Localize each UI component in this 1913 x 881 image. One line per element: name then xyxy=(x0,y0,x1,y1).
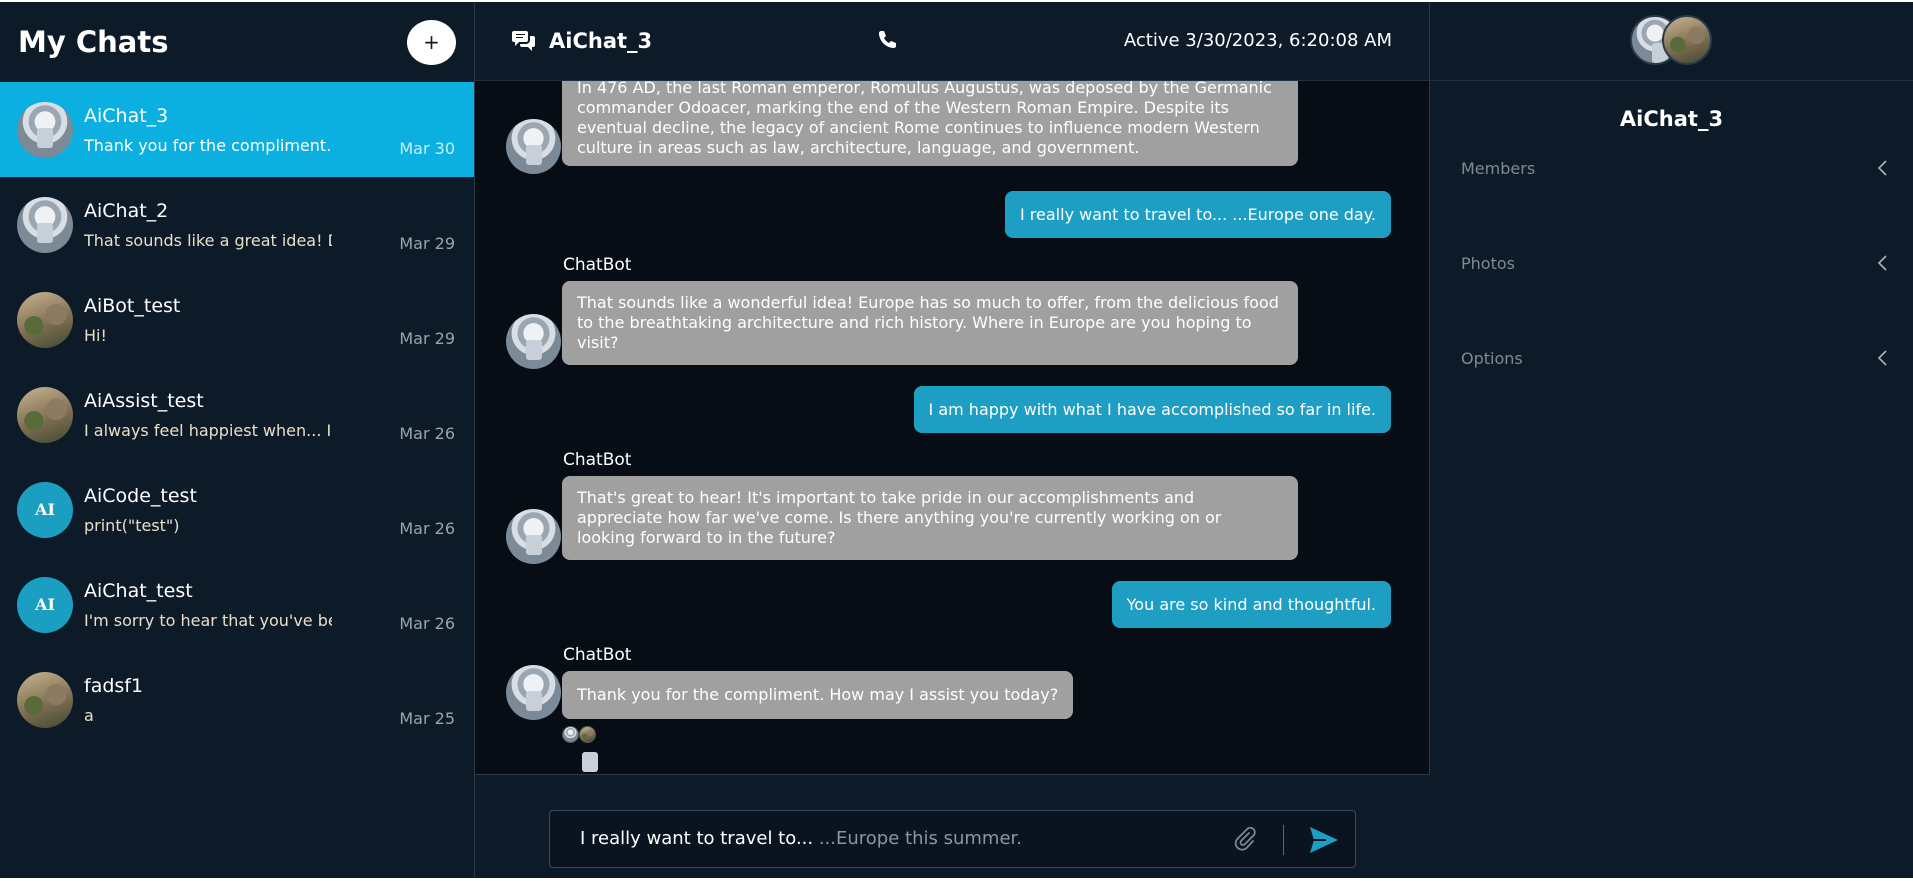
active-status: Active 3/30/2023, 6:20:08 AM xyxy=(1123,30,1392,51)
details-header xyxy=(1430,2,1913,81)
chat-item-aichat-2[interactable]: AiChat_2 That sounds like a great idea! … xyxy=(0,177,474,272)
read-avatar xyxy=(579,726,596,743)
message-input[interactable]: I really want to travel to... ...Europe … xyxy=(580,828,1022,849)
chat-name: AiChat_3 xyxy=(84,104,169,127)
message-list[interactable]: In 476 AD, the last Roman emperor, Romul… xyxy=(475,81,1430,774)
chevron-left-icon xyxy=(1877,160,1887,176)
chat-item-aibot-test[interactable]: AiBot_test Hi! Mar 29 xyxy=(0,272,474,367)
robot-avatar xyxy=(17,101,73,158)
paperclip-icon[interactable] xyxy=(1232,827,1258,853)
sidebar-title: My Chats xyxy=(18,25,169,59)
chat-name: AiChat_test xyxy=(84,579,193,602)
typed-text: I really want to travel to... xyxy=(580,828,814,849)
photo-avatar xyxy=(17,386,73,443)
chat-date: Mar 29 xyxy=(399,329,455,348)
chat-item-aicode-test[interactable]: AI AiCode_test print("test") Mar 26 xyxy=(0,462,474,557)
bot-message: Thank you for the compliment. How may I … xyxy=(562,671,1074,719)
photo-avatar xyxy=(17,291,73,348)
user-message: You are so kind and thoughtful. xyxy=(1111,581,1391,628)
section-label: Options xyxy=(1461,349,1523,368)
read-avatar xyxy=(562,726,579,743)
chat-date: Mar 29 xyxy=(399,234,455,253)
chat-name: AiAssist_test xyxy=(84,389,204,412)
user-message: I really want to travel to... ...Europe … xyxy=(1005,191,1391,238)
new-chat-button[interactable]: + xyxy=(407,19,456,65)
chat-item-aichat-test[interactable]: AI AiChat_test I'm sorry to hear that yo… xyxy=(0,557,474,652)
chat-item-aiassist-test[interactable]: AiAssist_test I always feel happiest whe… xyxy=(0,367,474,462)
section-label: Members xyxy=(1461,159,1536,178)
bot-message: That sounds like a wonderful idea! Europ… xyxy=(562,281,1298,365)
message-input-box[interactable]: I really want to travel to... ...Europe … xyxy=(549,810,1356,868)
input-placeholder: ...Europe this summer. xyxy=(813,828,1022,849)
chat-details-panel: AiChat_3 Members Photos Options xyxy=(1430,2,1913,878)
chat-date: Mar 26 xyxy=(399,424,455,443)
bot-message: In 476 AD, the last Roman emperor, Romul… xyxy=(562,81,1298,166)
ai-avatar: AI xyxy=(17,481,73,538)
sidebar-header: My Chats + xyxy=(0,2,474,82)
chat-preview: I'm sorry to hear that you've been feeli… xyxy=(84,610,332,630)
composer-area: I really want to travel to... ...Europe … xyxy=(475,774,1430,878)
chat-preview: I always feel happiest when... I always … xyxy=(84,420,332,440)
chat-date: Mar 26 xyxy=(399,614,455,633)
bot-avatar xyxy=(506,314,561,369)
section-label: Photos xyxy=(1461,254,1515,273)
chat-date: Mar 25 xyxy=(399,709,455,728)
conversation-header: AiChat_3 Active 3/30/2023, 6:20:08 AM xyxy=(475,2,1429,81)
phone-icon[interactable] xyxy=(877,30,897,50)
sender-name: ChatBot xyxy=(563,645,632,665)
chat-app: My Chats + AiChat_3 Thank you for the co… xyxy=(0,2,1913,878)
chat-name: AiBot_test xyxy=(84,294,181,317)
chat-preview: Thank you for the compliment. How may I … xyxy=(84,135,332,155)
chat-item-fadsf1[interactable]: fadsf1 a Mar 25 xyxy=(0,652,474,747)
chat-preview: Hi! xyxy=(84,325,107,345)
conversation-panel: AiChat_3 Active 3/30/2023, 6:20:08 AM In… xyxy=(475,2,1430,878)
photo-avatar xyxy=(17,671,73,728)
chat-name: fadsf1 xyxy=(84,674,144,697)
chevron-left-icon xyxy=(1877,255,1887,271)
member-avatars xyxy=(1629,15,1714,67)
bot-avatar xyxy=(506,665,561,720)
sender-name: ChatBot xyxy=(563,450,632,470)
chat-preview: print("test") xyxy=(84,515,180,535)
ai-avatar: AI xyxy=(17,576,73,633)
chevron-left-icon xyxy=(1877,350,1887,366)
composer-divider xyxy=(1283,825,1284,855)
send-icon[interactable] xyxy=(1308,825,1340,855)
chat-date: Mar 30 xyxy=(399,139,455,158)
chat-preview: That sounds like a great idea! Do you ha… xyxy=(84,230,332,250)
chat-list-sidebar: My Chats + AiChat_3 Thank you for the co… xyxy=(0,2,475,878)
members-section[interactable]: Members xyxy=(1430,125,1913,220)
conversation-title: AiChat_3 xyxy=(549,29,653,53)
chat-item-aichat-3[interactable]: AiChat_3 Thank you for the compliment. H… xyxy=(0,82,474,177)
chat-preview: a xyxy=(84,705,94,725)
robot-avatar xyxy=(17,196,73,253)
read-receipts xyxy=(562,726,596,743)
chat-bubbles-icon xyxy=(512,31,535,51)
options-section[interactable]: Options xyxy=(1430,315,1913,410)
photos-section[interactable]: Photos xyxy=(1430,220,1913,315)
bot-avatar xyxy=(506,119,561,174)
chat-name: AiChat_2 xyxy=(84,199,169,222)
photo-avatar xyxy=(1661,15,1712,65)
chat-name: AiCode_test xyxy=(84,484,197,507)
bot-avatar xyxy=(506,509,561,564)
user-message: I am happy with what I have accomplished… xyxy=(913,386,1391,433)
bot-message: That's great to hear! It's important to … xyxy=(562,476,1298,560)
chat-date: Mar 26 xyxy=(399,519,455,538)
sender-name: ChatBot xyxy=(563,255,632,275)
